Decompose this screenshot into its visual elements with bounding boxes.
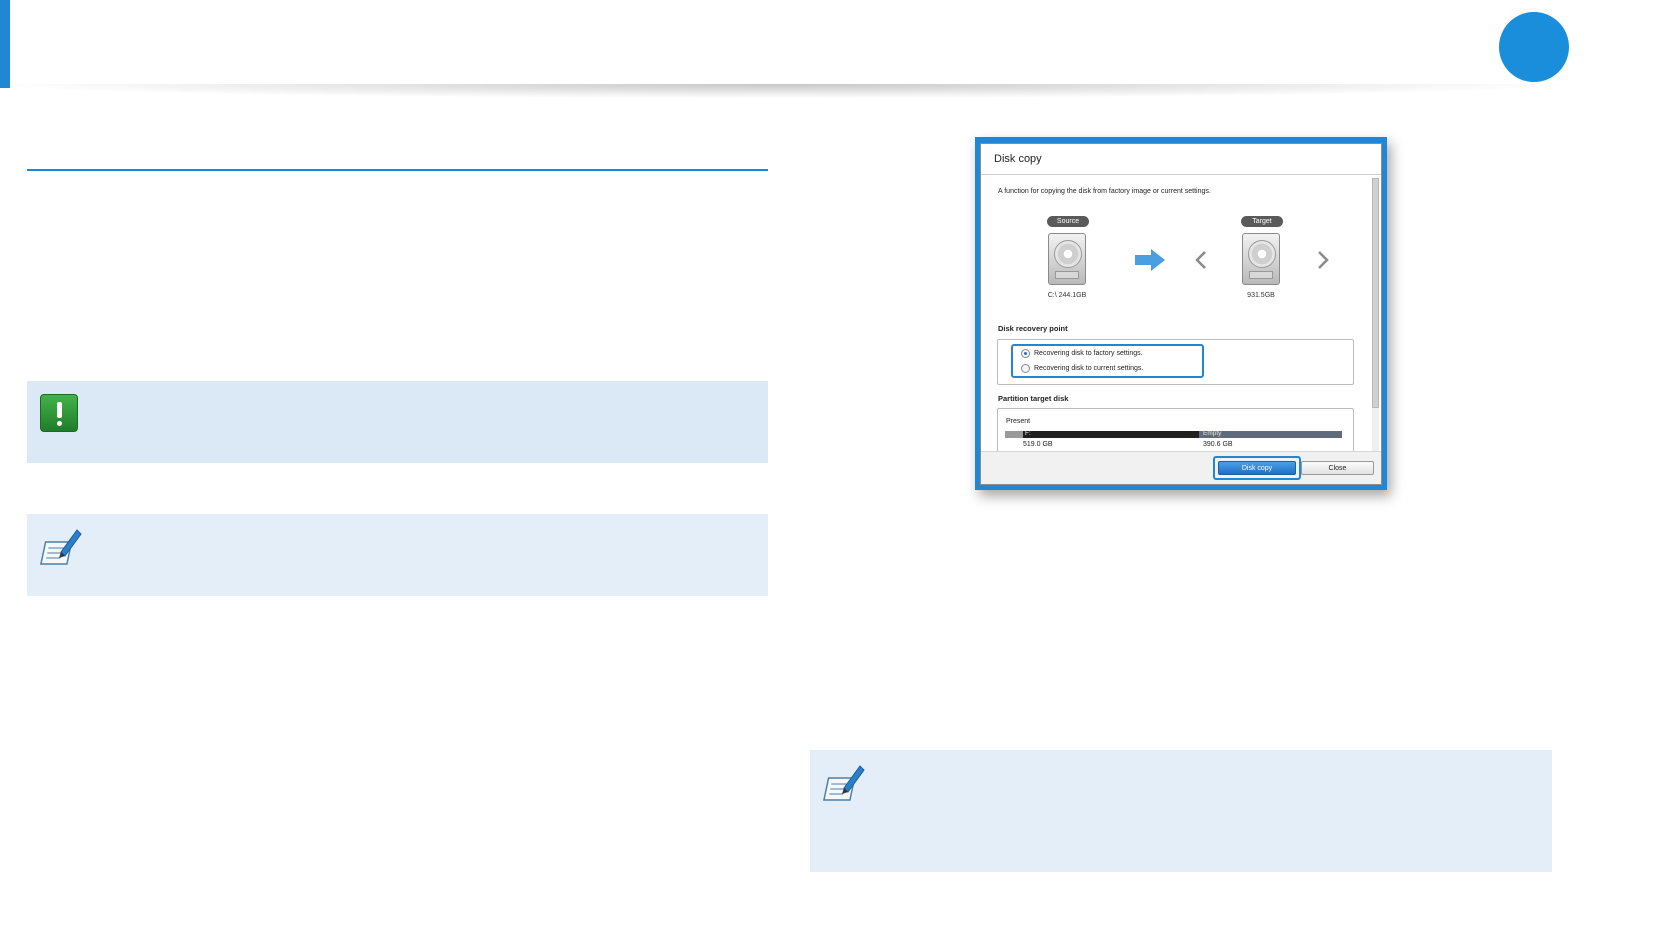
segment-name-empty: Empty [1203, 430, 1222, 437]
target-disk-icon[interactable] [1242, 233, 1280, 285]
chapter-accent-bar [0, 0, 10, 88]
section-divider [27, 169, 768, 171]
header-shadow-rule [0, 84, 1560, 98]
tip-box [27, 514, 768, 596]
memo-pencil-icon [823, 765, 865, 801]
source-badge: Source [1047, 216, 1089, 227]
source-disk-label: C:\ 244.1GB [1047, 292, 1087, 299]
chapter-badge [1499, 12, 1569, 82]
chevron-left-icon[interactable] [1195, 250, 1207, 270]
tip-box [810, 750, 1552, 872]
close-button[interactable]: Close [1301, 461, 1374, 475]
disk-copy-screenshot: Disk copy A function for copying the dis… [975, 137, 1387, 490]
highlight-frame [1011, 344, 1204, 378]
dialog-description: A function for copying the disk from fac… [998, 188, 1211, 195]
segment-size-empty: 390.6 GB [1203, 441, 1233, 448]
partition-reserved-segment [1005, 431, 1023, 438]
scrollbar-thumb[interactable] [1372, 178, 1379, 408]
title-divider [981, 174, 1381, 175]
segment-size-f: 519.0 GB [1023, 441, 1053, 448]
partition-segment-f[interactable] [1023, 431, 1199, 438]
dialog-title: Disk copy [994, 153, 1042, 165]
arrow-right-icon [1135, 249, 1165, 271]
target-badge: Target [1241, 216, 1283, 227]
chevron-right-icon[interactable] [1317, 250, 1329, 270]
dialog-footer: Disk copy Close [981, 451, 1381, 484]
segment-name-f: F: [1025, 430, 1031, 437]
highlight-frame [1213, 456, 1301, 480]
memo-pencil-icon [40, 529, 82, 565]
partition-heading: Partition target disk [998, 394, 1069, 403]
caution-box [27, 381, 768, 463]
disk-copy-dialog: Disk copy A function for copying the dis… [980, 143, 1382, 485]
vertical-scrollbar[interactable] [1372, 178, 1379, 454]
partition-row-label: Present [1006, 418, 1031, 425]
source-disk-icon[interactable] [1048, 233, 1086, 285]
target-disk-label: 931.5GB [1247, 292, 1275, 299]
recovery-point-heading: Disk recovery point [998, 324, 1068, 333]
exclamation-icon [40, 394, 78, 432]
